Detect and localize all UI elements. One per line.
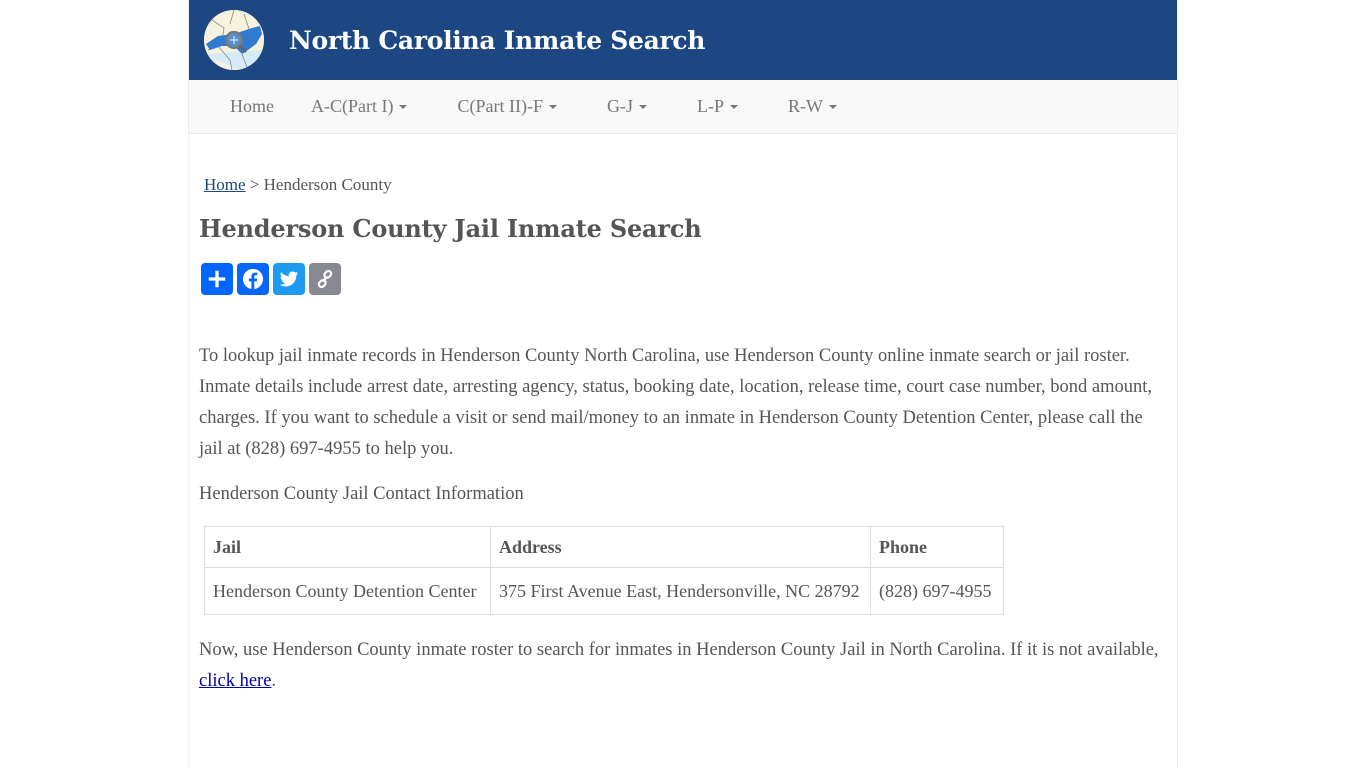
site-header: North Carolina Inmate Search (189, 0, 1177, 80)
site-title[interactable]: North Carolina Inmate Search (289, 26, 705, 55)
breadcrumb: Home > Henderson County (199, 174, 1167, 196)
share-buttons (201, 263, 1167, 295)
intro-paragraph: To lookup jail inmate records in Henders… (199, 346, 1153, 459)
caret-down-icon (399, 104, 408, 109)
nav-item-home[interactable]: Home (215, 96, 289, 117)
table-header-row: Jail Address Phone (204, 526, 1004, 568)
cell-phone: (828) 697-4955 (870, 567, 1004, 615)
facebook-icon (242, 268, 264, 290)
breadcrumb-current: Henderson County (263, 175, 392, 194)
caret-down-icon (729, 104, 738, 109)
caret-down-icon (548, 104, 557, 109)
breadcrumb-separator: > (245, 175, 264, 194)
page-title: Henderson County Jail Inmate Search (199, 214, 702, 243)
nav-item-label: R-W (787, 96, 823, 116)
nav-item-label: C(Part II)-F (457, 96, 543, 116)
nav-item-label: L-P (696, 96, 724, 116)
cell-address: 375 First Avenue East, Hendersonville, N… (490, 567, 871, 615)
nav-item-c-part-ii-f[interactable]: C(Part II)-F (442, 96, 571, 117)
closing-trailing: . (271, 671, 277, 691)
plus-icon (208, 270, 226, 288)
header-jail: Jail (204, 526, 491, 568)
page-container: North Carolina Inmate Search Home A-C(Pa… (188, 0, 1178, 768)
header-phone: Phone (870, 526, 1004, 568)
nav-item-label: A-C(Part I) (311, 96, 394, 116)
main-content: Home > Henderson County Henderson County… (189, 174, 1177, 697)
closing-paragraph: Now, use Henderson County inmate roster … (199, 635, 1167, 697)
cell-jail-name: Henderson County Detention Center (204, 567, 491, 615)
header-address: Address (490, 526, 871, 568)
caret-down-icon (638, 104, 647, 109)
share-button[interactable] (201, 263, 233, 295)
breadcrumb-home-link[interactable]: Home (204, 175, 246, 194)
nav-item-a-c-part-i[interactable]: A-C(Part I) (296, 96, 422, 117)
contact-table: Jail Address Phone Henderson County Dete… (204, 526, 1004, 615)
contact-info-heading: Henderson County Jail Contact Informatio… (199, 484, 524, 504)
caret-down-icon (828, 104, 837, 109)
nc-map-search-logo-icon[interactable] (204, 10, 264, 70)
nav-item-label: G-J (606, 96, 633, 116)
link-icon (317, 269, 333, 289)
main-nav: Home A-C(Part I) C(Part II)-F G-J L-P R-… (189, 80, 1177, 134)
facebook-share-button[interactable] (237, 263, 269, 295)
nav-item-l-p[interactable]: L-P (682, 96, 753, 117)
nav-item-r-w[interactable]: R-W (773, 96, 852, 117)
twitter-share-button[interactable] (273, 263, 305, 295)
copy-link-button[interactable] (309, 263, 341, 295)
table-row: Henderson County Detention Center 375 Fi… (204, 567, 1004, 615)
closing-text: Now, use Henderson County inmate roster … (199, 640, 1159, 660)
nav-item-label: Home (230, 96, 274, 116)
nav-item-g-j[interactable]: G-J (592, 96, 662, 117)
click-here-link[interactable]: click here (199, 671, 271, 691)
twitter-icon (279, 271, 299, 287)
